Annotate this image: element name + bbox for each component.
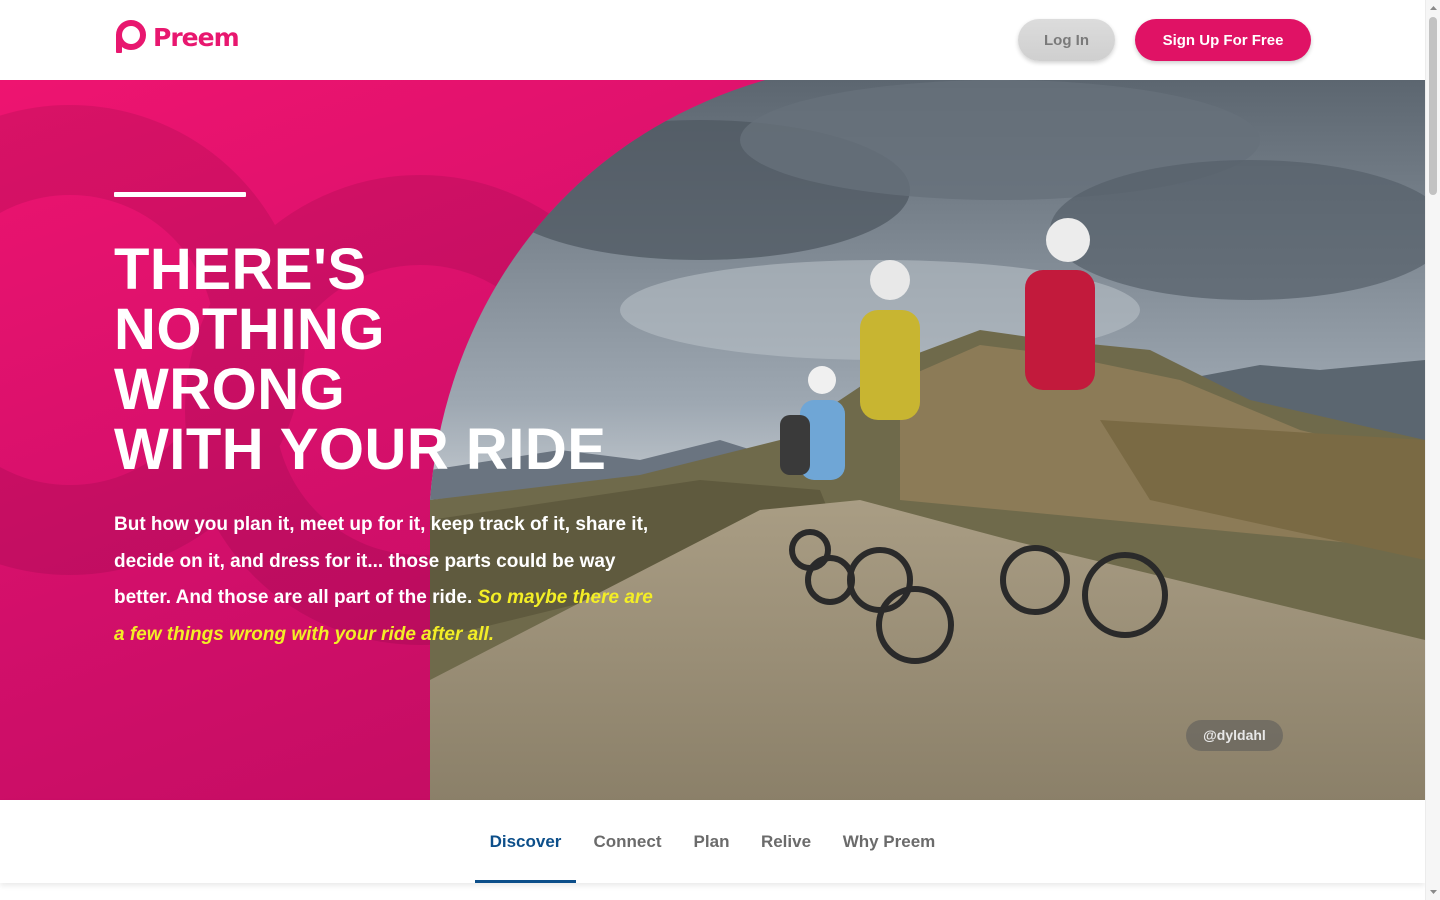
hero-title-line: WRONG [114, 357, 346, 422]
login-button[interactable]: Log In [1018, 19, 1115, 61]
section-tabs: Discover Connect Plan Relive Why Preem [0, 800, 1425, 883]
hero-accent-bar [114, 192, 246, 197]
logo-text: Preem [153, 22, 240, 52]
scrollbar-thumb[interactable] [1429, 17, 1437, 195]
hero-title-line: THERE'S [114, 237, 367, 302]
hero-title-line: WITH YOUR RIDE [114, 417, 607, 482]
tab-discover[interactable]: Discover [475, 800, 576, 883]
preem-logo[interactable]: Preem [113, 20, 240, 54]
hero-title-line: NOTHING [114, 297, 385, 362]
chevron-up-icon[interactable] [1428, 2, 1439, 14]
chevron-down-icon[interactable] [1428, 886, 1439, 898]
tab-relive[interactable]: Relive [754, 800, 818, 883]
signup-button[interactable]: Sign Up For Free [1135, 19, 1311, 61]
preem-p-logo-icon [116, 20, 146, 53]
site-header: Preem Log In Sign Up For Free [0, 0, 1425, 80]
tab-plan[interactable]: Plan [687, 800, 736, 883]
tab-connect[interactable]: Connect [586, 800, 669, 883]
hero-description: But how you plan it, meet up for it, kee… [114, 507, 654, 653]
page-scrollbar[interactable] [1425, 0, 1440, 900]
hero-section: THERE'S NOTHING WRONG WITH YOUR RIDE But… [0, 80, 1425, 800]
tab-why-preem[interactable]: Why Preem [836, 800, 942, 883]
hero-title: THERE'S NOTHING WRONG WITH YOUR RIDE [114, 240, 714, 480]
photo-credit-badge[interactable]: @dyldahl [1186, 720, 1283, 751]
